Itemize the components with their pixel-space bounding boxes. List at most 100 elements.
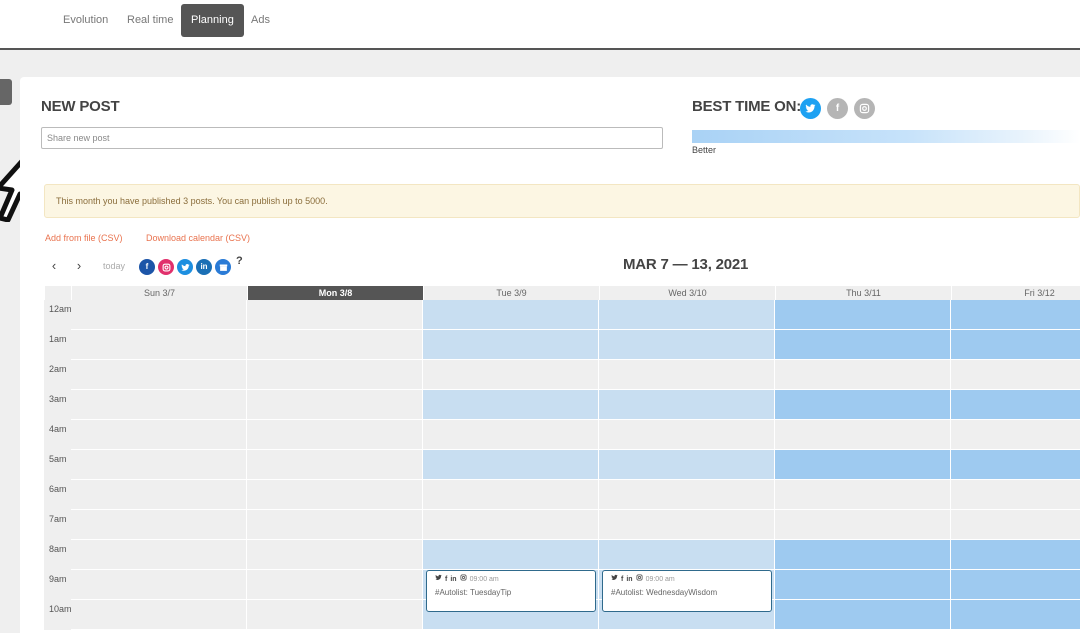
twitter-icon[interactable] [800,98,821,119]
next-week-button[interactable]: › [70,258,88,274]
time-slot[interactable] [423,360,599,390]
time-slot[interactable] [775,390,951,420]
time-slot[interactable] [599,360,775,390]
help-icon[interactable]: ? [236,255,243,267]
time-slot[interactable] [247,600,423,630]
instagram-icon [460,574,467,583]
time-slot[interactable] [247,450,423,480]
time-slot[interactable] [775,510,951,540]
time-slot[interactable] [599,330,775,360]
time-slot[interactable] [71,540,247,570]
best-time-gradient-bar [692,130,1080,143]
time-slot[interactable] [71,360,247,390]
time-slot[interactable] [599,390,775,420]
time-slot[interactable] [775,300,951,330]
time-slot[interactable] [247,540,423,570]
time-slot[interactable] [247,330,423,360]
add-from-file-link[interactable]: Add from file (CSV) [45,233,123,243]
time-slot[interactable] [71,570,247,600]
time-slot[interactable] [71,510,247,540]
share-post-input[interactable] [41,127,663,149]
time-slot[interactable] [951,480,1080,510]
time-slot[interactable] [423,450,599,480]
time-slot[interactable] [951,510,1080,540]
time-slot[interactable] [951,330,1080,360]
time-slot[interactable] [775,450,951,480]
time-slot[interactable] [423,480,599,510]
time-slot[interactable] [247,510,423,540]
time-slot[interactable] [247,390,423,420]
time-slot[interactable] [423,510,599,540]
week-calendar: Sun 3/7 Mon 3/8 Tue 3/9 Wed 3/10 Thu 3/11 Fri… [44,286,1080,633]
twitter-icon[interactable] [177,259,193,275]
today-button[interactable]: today [103,261,125,271]
time-slot[interactable] [423,330,599,360]
post-network-icons: f in 09:00 am [435,574,587,583]
time-slot[interactable] [247,420,423,450]
download-calendar-link[interactable]: Download calendar (CSV) [146,233,250,243]
google-my-business-icon[interactable] [215,259,231,275]
prev-week-button[interactable]: ‹ [45,258,63,274]
time-slot[interactable] [951,540,1080,570]
time-label: 1am [49,334,67,344]
time-slot[interactable] [951,300,1080,330]
time-slot[interactable] [599,300,775,330]
time-slot[interactable] [247,480,423,510]
time-slot[interactable] [775,420,951,450]
time-label: 3am [49,394,67,404]
time-slot[interactable] [71,300,247,330]
day-header: Sun 3/7 [71,286,247,300]
time-slot[interactable] [775,570,951,600]
tab-ads[interactable]: Ads [241,4,280,37]
time-slot[interactable] [951,360,1080,390]
post-time: 09:00 am [645,576,675,583]
linkedin-icon: in [450,576,457,583]
header-corner [44,286,71,300]
time-slot[interactable] [951,390,1080,420]
best-time-title: BEST TIME ON: [692,98,802,115]
time-slot[interactable] [423,420,599,450]
time-slot[interactable] [71,390,247,420]
instagram-icon[interactable] [854,98,875,119]
time-slot[interactable] [423,540,599,570]
time-slot[interactable] [951,570,1080,600]
time-slot[interactable] [423,300,599,330]
day-header: Tue 3/9 [423,286,599,300]
tab-real-time[interactable]: Real time [117,4,183,37]
time-slot[interactable] [951,450,1080,480]
time-slot[interactable] [71,330,247,360]
day-header: Thu 3/11 [775,286,951,300]
time-slot[interactable] [247,300,423,330]
time-slot[interactable] [599,450,775,480]
instagram-icon [636,574,643,583]
time-label: 10am [49,604,72,614]
time-slot[interactable] [775,480,951,510]
time-slot[interactable] [775,330,951,360]
facebook-icon[interactable]: f [139,259,155,275]
tab-planning[interactable]: Planning [181,4,244,37]
time-slot[interactable] [775,360,951,390]
time-slot[interactable] [71,420,247,450]
time-slot[interactable] [599,540,775,570]
instagram-icon[interactable] [158,259,174,275]
time-slot[interactable] [599,480,775,510]
time-slot[interactable] [71,480,247,510]
time-slot[interactable] [247,360,423,390]
time-slot[interactable] [71,600,247,630]
time-slot[interactable] [599,510,775,540]
facebook-icon[interactable]: f [827,98,848,119]
scheduled-post[interactable]: f in 09:00 am #Autolist: TuesdayTip [426,570,596,612]
time-slot[interactable] [423,390,599,420]
time-slot[interactable] [951,600,1080,630]
sidebar-toggle[interactable] [0,79,12,105]
scheduled-post[interactable]: f in 09:00 am #Autolist: WednesdayWisdom [602,570,772,612]
time-slot[interactable] [71,450,247,480]
time-slot[interactable] [951,420,1080,450]
linkedin-icon[interactable]: in [196,259,212,275]
time-slot[interactable] [775,600,951,630]
time-slot[interactable] [247,570,423,600]
tab-evolution[interactable]: Evolution [53,4,118,37]
time-slot[interactable] [599,420,775,450]
time-slot[interactable] [775,540,951,570]
time-label: 2am [49,364,67,374]
